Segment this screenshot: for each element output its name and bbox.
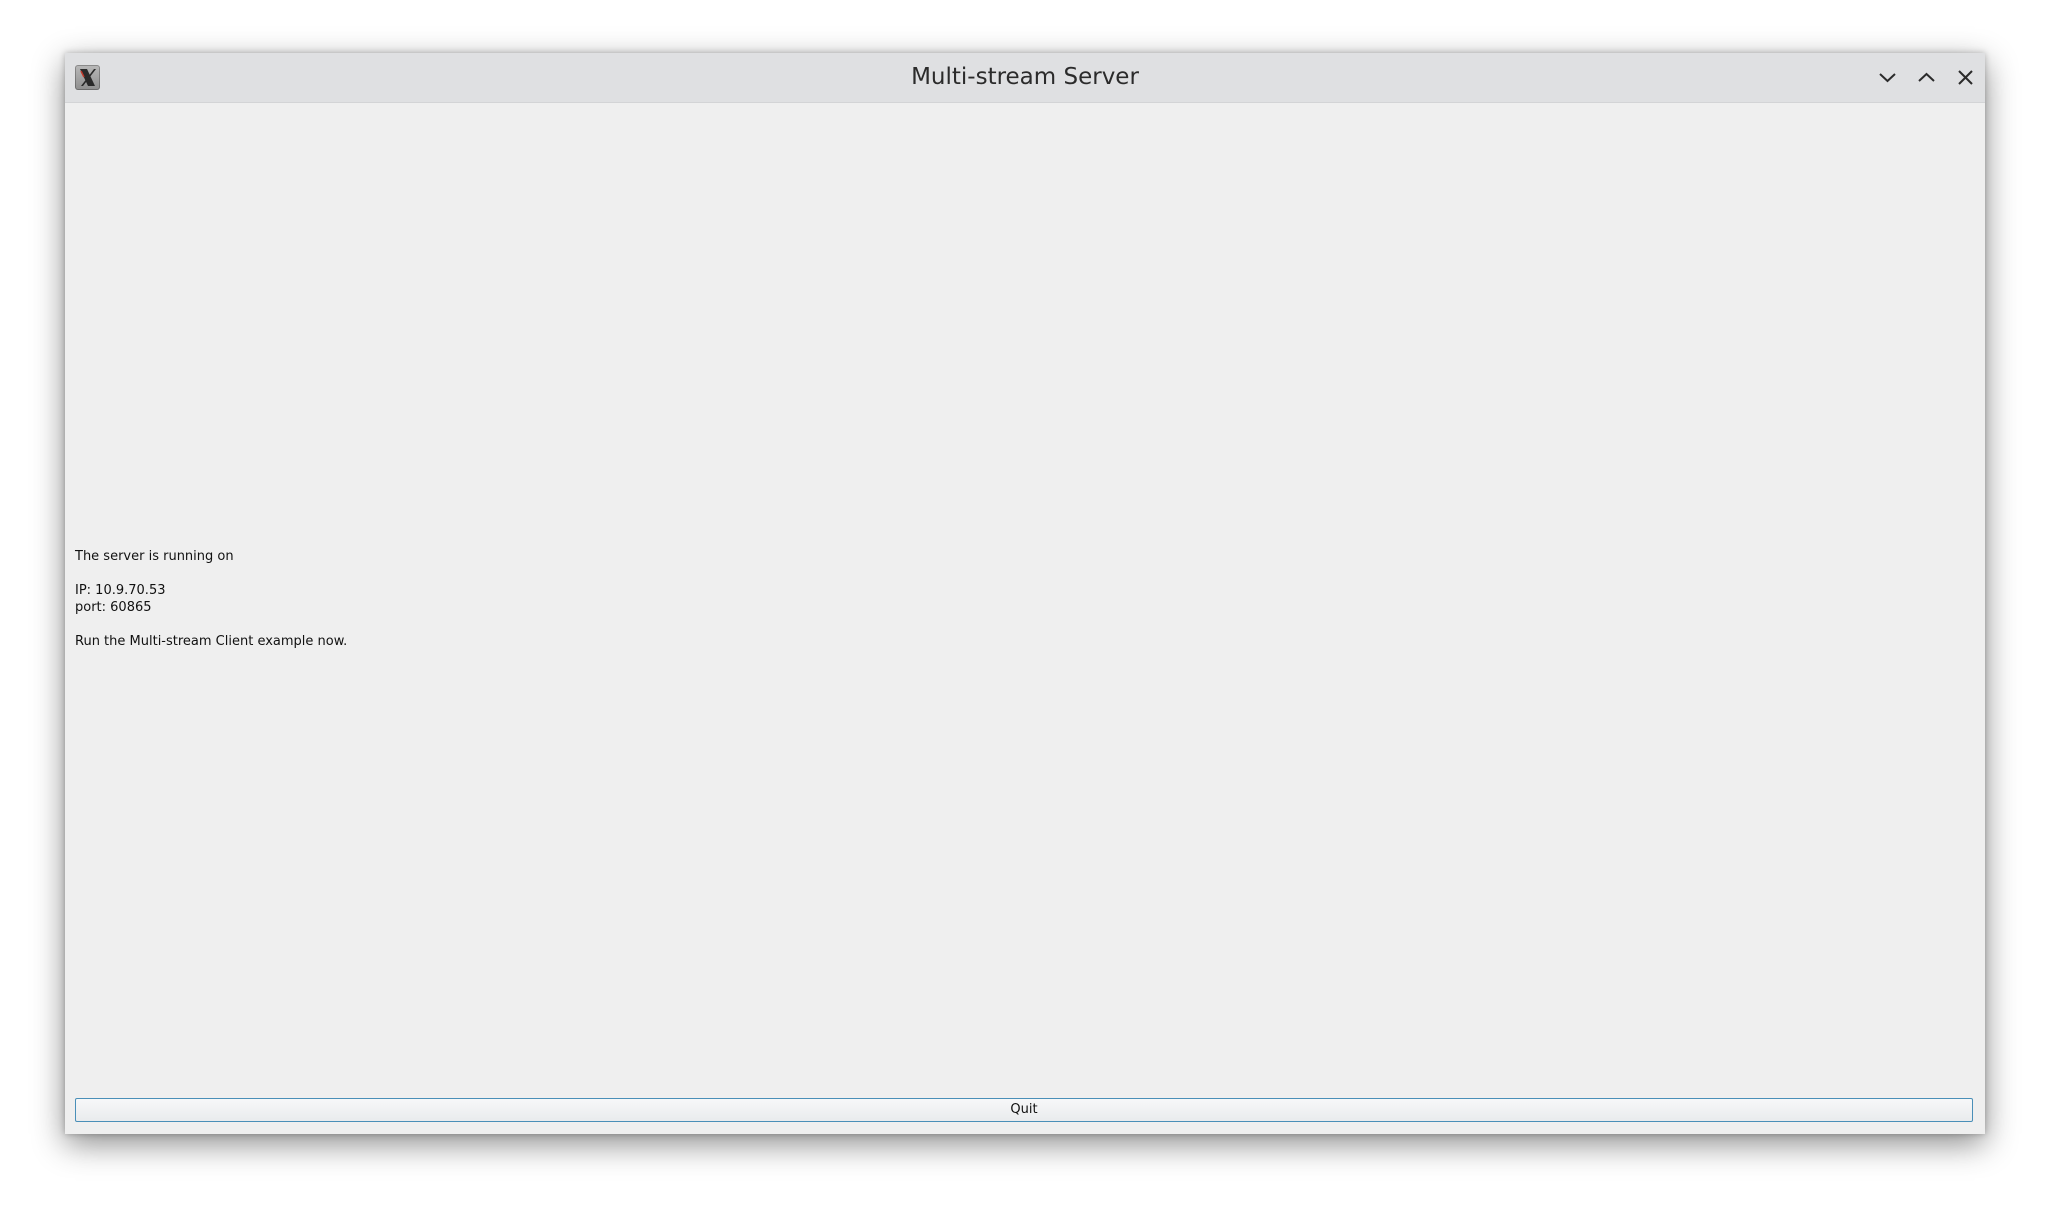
status-line: The server is running on <box>75 549 234 564</box>
ip-line: IP: 10.9.70.53 <box>75 583 166 598</box>
app-window: Multi-stream Server The server is runnin… <box>65 53 1985 1134</box>
close-icon <box>1958 70 1973 85</box>
chevron-down-icon <box>1879 73 1896 83</box>
instruction-line: Run the Multi-stream Client example now. <box>75 634 348 649</box>
port-line: port: 60865 <box>75 600 152 615</box>
close-button[interactable] <box>1953 65 1978 90</box>
chevron-up-icon <box>1918 72 1935 82</box>
server-status-text: The server is running on IP: 10.9.70.53 … <box>75 548 347 650</box>
title-bar[interactable]: Multi-stream Server <box>65 53 1985 103</box>
window-title: Multi-stream Server <box>911 64 1139 90</box>
quit-button[interactable]: Quit <box>75 1098 1973 1122</box>
minimize-button[interactable] <box>1875 65 1900 90</box>
maximize-button[interactable] <box>1914 65 1939 90</box>
